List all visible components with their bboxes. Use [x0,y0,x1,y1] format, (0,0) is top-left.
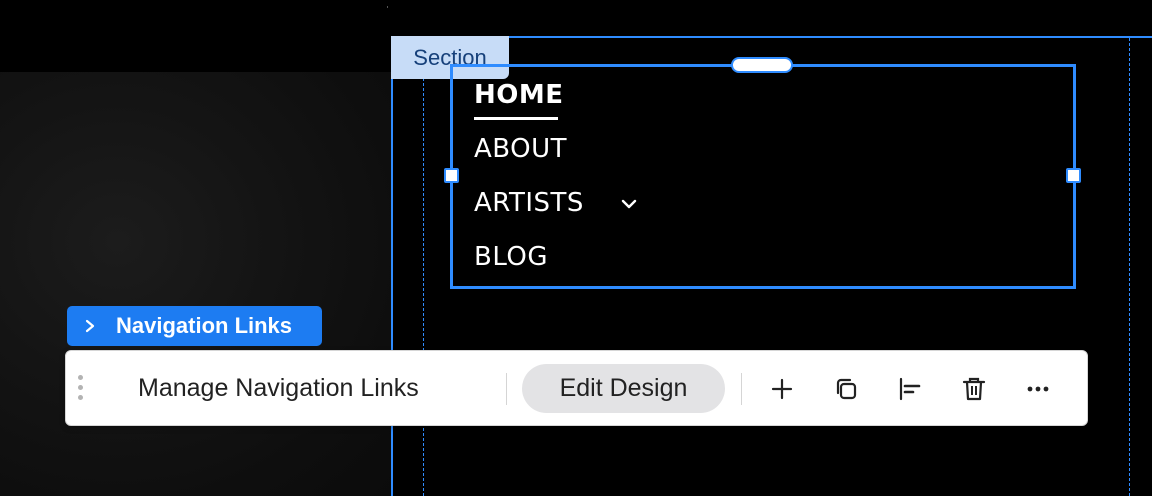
edit-design-button[interactable]: Edit Design [522,364,725,413]
resize-handle-top[interactable] [731,57,793,73]
active-underline [474,117,558,120]
align-icon[interactable] [896,375,924,403]
manage-navigation-links-button[interactable]: Manage Navigation Links [138,363,419,413]
component-label: Navigation Links [116,313,293,338]
delete-icon[interactable] [960,375,988,403]
nav-item-home[interactable]: HOME [474,80,564,110]
duplicate-icon[interactable] [832,375,860,403]
section-border-left [391,36,393,496]
toolbar-divider [506,373,507,405]
toolbar-divider [741,373,742,405]
drag-handle-icon[interactable] [78,375,84,403]
component-breadcrumb[interactable]: Navigation Links [67,306,322,346]
gridline-left [423,38,424,496]
add-icon[interactable] [768,375,796,403]
gridline-right [1129,38,1130,496]
resize-handle-left[interactable] [444,168,459,183]
element-toolbar: Manage Navigation Links Edit Design [65,350,1088,426]
chevron-down-icon[interactable] [618,193,640,215]
chevron-right-icon [85,319,95,333]
nav-item-about[interactable]: ABOUT [474,134,567,164]
canvas-artifact: ˙ [385,6,390,17]
more-icon[interactable] [1024,375,1052,403]
resize-handle-right[interactable] [1066,168,1081,183]
canvas-background [0,72,391,496]
nav-item-blog[interactable]: BLOG [474,242,548,272]
nav-item-artists[interactable]: ARTISTS [474,188,584,218]
